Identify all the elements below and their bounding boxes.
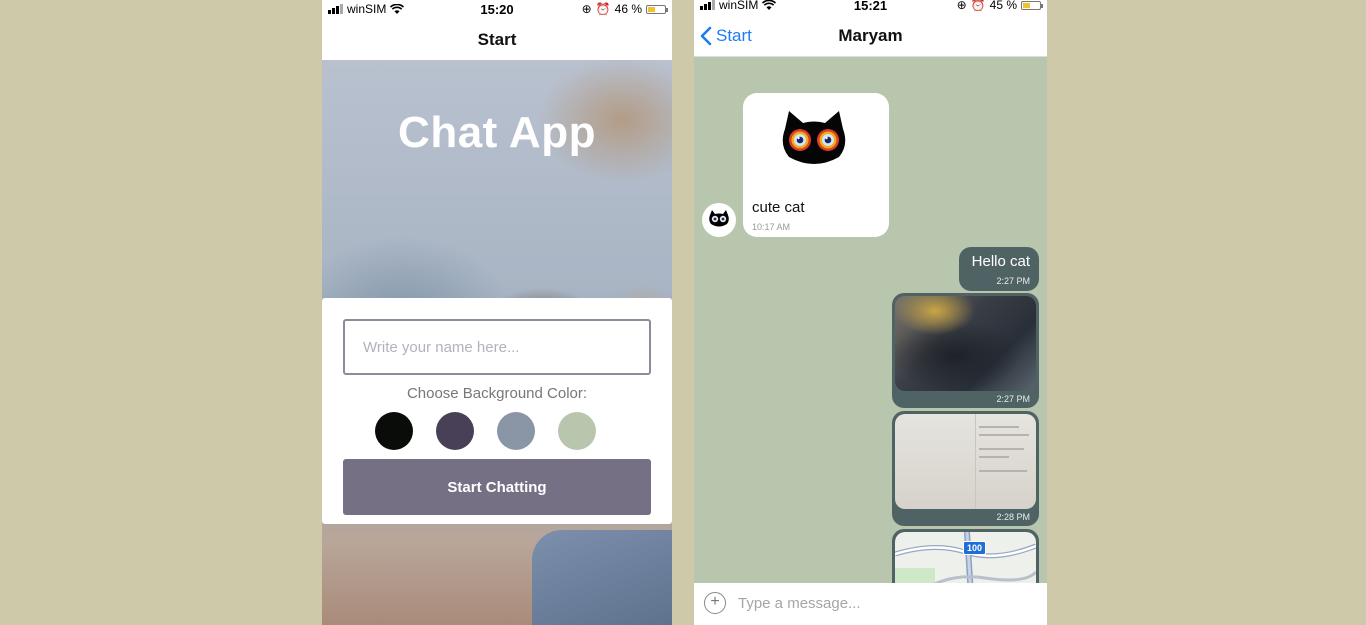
message-input[interactable] bbox=[736, 589, 1030, 617]
back-button[interactable]: Start bbox=[700, 16, 752, 56]
battery-percent: 45 % bbox=[989, 0, 1017, 12]
message-text: cute cat bbox=[752, 199, 805, 216]
app-title: Chat App bbox=[398, 108, 596, 157]
battery-icon bbox=[646, 4, 668, 14]
message-time: 2:28 PM bbox=[996, 512, 1030, 522]
chat-partner-name: Maryam bbox=[838, 26, 903, 45]
status-bar: winSIM 15:20 ⊕ ⏰ 46 % bbox=[322, 0, 672, 18]
incoming-message[interactable]: cute cat 10:17 AM bbox=[743, 93, 889, 237]
outgoing-image-message[interactable]: 2:28 PM bbox=[892, 411, 1039, 526]
message-text: Hello cat bbox=[971, 253, 1030, 270]
color-swatch-gray-blue[interactable] bbox=[497, 412, 535, 450]
chevron-left-icon bbox=[700, 26, 712, 46]
battery-percent: 46 % bbox=[614, 2, 642, 16]
message-photo[interactable] bbox=[895, 296, 1036, 391]
outgoing-message[interactable]: Hello cat 2:27 PM bbox=[959, 247, 1039, 291]
cat-sticker-icon bbox=[782, 111, 846, 164]
chat-screen: winSIM 15:21 ⊕ ⏰ 45 % Start Maryam cute … bbox=[694, 0, 1047, 625]
message-input-bar: + bbox=[694, 583, 1047, 625]
nav-bar: Start bbox=[322, 20, 672, 60]
color-swatch-black[interactable] bbox=[375, 412, 413, 450]
color-swatch-purple[interactable] bbox=[436, 412, 474, 450]
color-label: Choose Background Color: bbox=[406, 385, 588, 402]
nav-title: Start bbox=[477, 30, 517, 49]
start-screen: winSIM 15:20 ⊕ ⏰ 46 % Start Chat App Cho… bbox=[322, 0, 672, 625]
avatar[interactable] bbox=[702, 203, 736, 237]
rotation-lock-icon: ⊕ bbox=[581, 2, 592, 16]
outgoing-image-message[interactable]: 2:27 PM bbox=[892, 293, 1039, 408]
color-swatches bbox=[375, 412, 596, 450]
road-badge: 100 bbox=[963, 541, 987, 555]
nav-bar: Start Maryam bbox=[694, 16, 1047, 57]
alarm-icon: ⏰ bbox=[595, 2, 611, 16]
add-attachment-button[interactable]: + bbox=[704, 592, 726, 614]
rotation-lock-icon: ⊕ bbox=[956, 0, 967, 12]
message-time: 2:27 PM bbox=[996, 276, 1030, 286]
name-input[interactable] bbox=[343, 319, 651, 375]
message-photo[interactable] bbox=[895, 414, 1036, 509]
login-card: Choose Background Color: Start Chatting bbox=[322, 298, 672, 524]
color-swatch-green[interactable] bbox=[558, 412, 596, 450]
message-time: 2:27 PM bbox=[996, 394, 1030, 404]
alarm-icon: ⏰ bbox=[970, 0, 986, 12]
start-chatting-button[interactable]: Start Chatting bbox=[343, 459, 651, 515]
back-label: Start bbox=[716, 26, 752, 45]
cat-avatar-icon bbox=[709, 210, 729, 227]
battery-icon bbox=[1021, 0, 1043, 10]
message-time: 10:17 AM bbox=[752, 222, 791, 232]
